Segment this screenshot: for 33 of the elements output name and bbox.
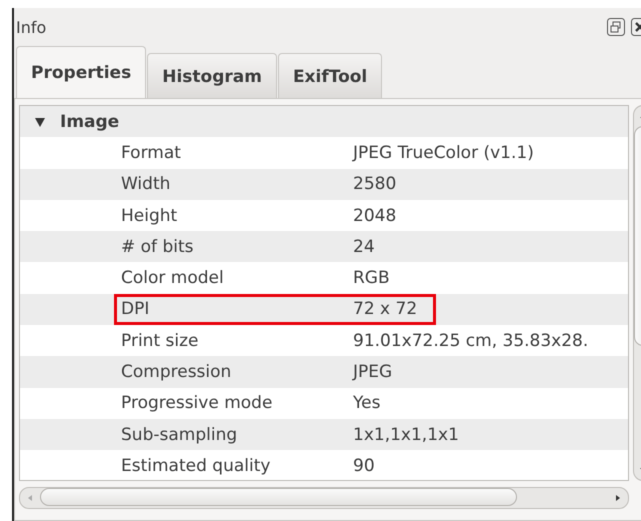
scroll-right-icon[interactable] xyxy=(614,493,622,503)
property-value: 2048 xyxy=(353,206,396,226)
property-name: Height xyxy=(121,206,178,226)
property-value: 91.01x72.25 cm, 35.83x28. xyxy=(353,330,588,351)
group-label[interactable]: Image xyxy=(60,112,120,132)
panel-title: Info xyxy=(16,18,46,36)
property-name: Width xyxy=(121,174,172,194)
tab[interactable]: Properties xyxy=(16,46,146,98)
tab[interactable]: Histogram xyxy=(147,53,277,98)
horizontal-scrollbar[interactable] xyxy=(19,487,629,509)
property-name: Format xyxy=(121,142,182,163)
property-value: 1x1,1x1,1x1 xyxy=(353,424,459,445)
property-value: Yes xyxy=(353,393,380,414)
property-name: # of bits xyxy=(121,236,194,257)
property-name: Compression xyxy=(121,362,232,382)
scroll-left-icon[interactable] xyxy=(26,493,34,503)
property-name: Color model xyxy=(121,268,225,288)
expander-icon[interactable] xyxy=(34,116,46,128)
property-value: RGB xyxy=(353,268,390,288)
property-value: 24 xyxy=(353,236,375,257)
property-value: 2580 xyxy=(353,174,396,194)
property-value: JPEG TrueColor (v1.1) xyxy=(353,142,534,163)
property-name: DPI xyxy=(121,299,150,320)
scroll-thumb[interactable] xyxy=(40,488,518,506)
property-name: Print size xyxy=(121,330,200,351)
property-name: Sub-sampling xyxy=(121,424,238,445)
property-value: JPEG xyxy=(353,362,392,382)
float-icon[interactable] xyxy=(607,18,625,36)
property-value: 72 x 72 xyxy=(353,299,418,320)
property-value: 90 xyxy=(353,456,375,476)
property-name: Estimated quality xyxy=(121,456,272,476)
tab[interactable]: ExifTool xyxy=(278,53,382,98)
property-name: Progressive mode xyxy=(121,393,274,414)
